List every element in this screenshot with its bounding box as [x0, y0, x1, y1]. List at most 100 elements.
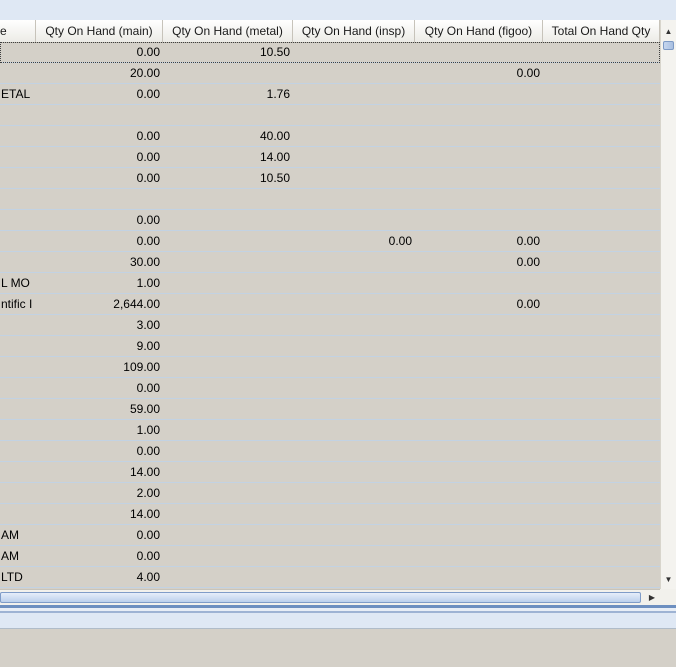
- cell-insp[interactable]: [293, 273, 415, 293]
- cell-name[interactable]: LTD: [0, 567, 36, 587]
- arrow-up-icon[interactable]: ▲: [661, 24, 676, 40]
- cell-name[interactable]: [0, 357, 36, 377]
- cell-main[interactable]: 0.00: [36, 378, 163, 398]
- table-row[interactable]: AM 0.00: [0, 546, 660, 567]
- cell-metal[interactable]: [163, 525, 293, 545]
- cell-metal[interactable]: [163, 336, 293, 356]
- cell-main[interactable]: 0.00: [36, 441, 163, 461]
- cell-total[interactable]: [543, 84, 660, 104]
- cell-metal[interactable]: [163, 294, 293, 314]
- vertical-scroll-thumb[interactable]: [663, 41, 674, 50]
- cell-insp[interactable]: [293, 420, 415, 440]
- cell-insp[interactable]: [293, 252, 415, 272]
- cell-figoo[interactable]: 0.00: [415, 294, 543, 314]
- cell-name[interactable]: [0, 483, 36, 503]
- cell-metal[interactable]: 14.00: [163, 147, 293, 167]
- table-row[interactable]: [0, 189, 660, 210]
- cell-metal[interactable]: [163, 504, 293, 524]
- cell-metal[interactable]: 40.00: [163, 126, 293, 146]
- cell-name[interactable]: [0, 462, 36, 482]
- cell-name[interactable]: [0, 126, 36, 146]
- cell-insp[interactable]: [293, 357, 415, 377]
- table-row[interactable]: 20.00 0.00: [0, 63, 660, 84]
- horizontal-scroll-thumb[interactable]: [0, 592, 641, 603]
- cell-main[interactable]: 0.00: [36, 168, 163, 188]
- cell-insp[interactable]: [293, 441, 415, 461]
- cell-main[interactable]: 3.00: [36, 315, 163, 335]
- cell-main[interactable]: 4.00: [36, 567, 163, 587]
- table-row[interactable]: 0.00: [0, 378, 660, 399]
- cell-insp[interactable]: 0.00: [293, 231, 415, 251]
- cell-insp[interactable]: [293, 294, 415, 314]
- cell-insp[interactable]: [293, 525, 415, 545]
- cell-insp[interactable]: [293, 105, 415, 125]
- cell-main[interactable]: 0.00: [36, 231, 163, 251]
- cell-name[interactable]: [0, 504, 36, 524]
- table-row[interactable]: LTD 4.00: [0, 567, 660, 588]
- cell-total[interactable]: [543, 378, 660, 398]
- table-row[interactable]: 14.00: [0, 462, 660, 483]
- cell-figoo[interactable]: [415, 504, 543, 524]
- cell-name[interactable]: ETAL: [0, 84, 36, 104]
- cell-metal[interactable]: [163, 252, 293, 272]
- cell-insp[interactable]: [293, 147, 415, 167]
- cell-name[interactable]: [0, 63, 36, 83]
- cell-name[interactable]: [0, 420, 36, 440]
- cell-figoo[interactable]: [415, 210, 543, 230]
- cell-figoo[interactable]: [415, 420, 543, 440]
- table-row[interactable]: 30.00 0.00: [0, 252, 660, 273]
- cell-main[interactable]: 109.00: [36, 357, 163, 377]
- cell-figoo[interactable]: 0.00: [415, 63, 543, 83]
- cell-figoo[interactable]: 0.00: [415, 252, 543, 272]
- cell-name[interactable]: L MO: [0, 273, 36, 293]
- cell-total[interactable]: [543, 294, 660, 314]
- cell-total[interactable]: [543, 525, 660, 545]
- cell-figoo[interactable]: [415, 147, 543, 167]
- cell-insp[interactable]: [293, 462, 415, 482]
- cell-total[interactable]: [543, 147, 660, 167]
- table-row[interactable]: 0.00: [0, 210, 660, 231]
- cell-name[interactable]: [0, 441, 36, 461]
- cell-figoo[interactable]: [415, 357, 543, 377]
- cell-main[interactable]: 0.00: [36, 147, 163, 167]
- cell-figoo[interactable]: [415, 273, 543, 293]
- cell-metal[interactable]: [163, 462, 293, 482]
- table-row[interactable]: 0.00 10.50: [0, 42, 660, 63]
- cell-metal[interactable]: [163, 567, 293, 587]
- table-row[interactable]: ntific I 2,644.00 0.00: [0, 294, 660, 315]
- cell-insp[interactable]: [293, 42, 415, 62]
- cell-figoo[interactable]: 0.00: [415, 231, 543, 251]
- cell-metal[interactable]: [163, 378, 293, 398]
- cell-figoo[interactable]: [415, 42, 543, 62]
- cell-total[interactable]: [543, 105, 660, 125]
- cell-figoo[interactable]: [415, 378, 543, 398]
- cell-total[interactable]: [543, 483, 660, 503]
- cell-metal[interactable]: 10.50: [163, 42, 293, 62]
- cell-name[interactable]: [0, 315, 36, 335]
- table-row[interactable]: 0.00 40.00: [0, 126, 660, 147]
- cell-insp[interactable]: [293, 189, 415, 209]
- cell-main[interactable]: 2.00: [36, 483, 163, 503]
- cell-name[interactable]: [0, 231, 36, 251]
- cell-figoo[interactable]: [415, 189, 543, 209]
- cell-main[interactable]: 30.00: [36, 252, 163, 272]
- cell-figoo[interactable]: [415, 399, 543, 419]
- cell-main[interactable]: 0.00: [36, 525, 163, 545]
- cell-total[interactable]: [543, 504, 660, 524]
- cell-total[interactable]: [543, 168, 660, 188]
- cell-name[interactable]: [0, 378, 36, 398]
- cell-metal[interactable]: [163, 357, 293, 377]
- cell-name[interactable]: AM: [0, 525, 36, 545]
- cell-name[interactable]: [0, 168, 36, 188]
- cell-total[interactable]: [543, 315, 660, 335]
- cell-insp[interactable]: [293, 483, 415, 503]
- cell-total[interactable]: [543, 126, 660, 146]
- cell-metal[interactable]: [163, 399, 293, 419]
- table-row[interactable]: 14.00: [0, 504, 660, 525]
- cell-metal[interactable]: [163, 273, 293, 293]
- cell-main[interactable]: 0.00: [36, 546, 163, 566]
- cell-insp[interactable]: [293, 126, 415, 146]
- cell-figoo[interactable]: [415, 336, 543, 356]
- cell-main[interactable]: 0.00: [36, 42, 163, 62]
- cell-metal[interactable]: [163, 420, 293, 440]
